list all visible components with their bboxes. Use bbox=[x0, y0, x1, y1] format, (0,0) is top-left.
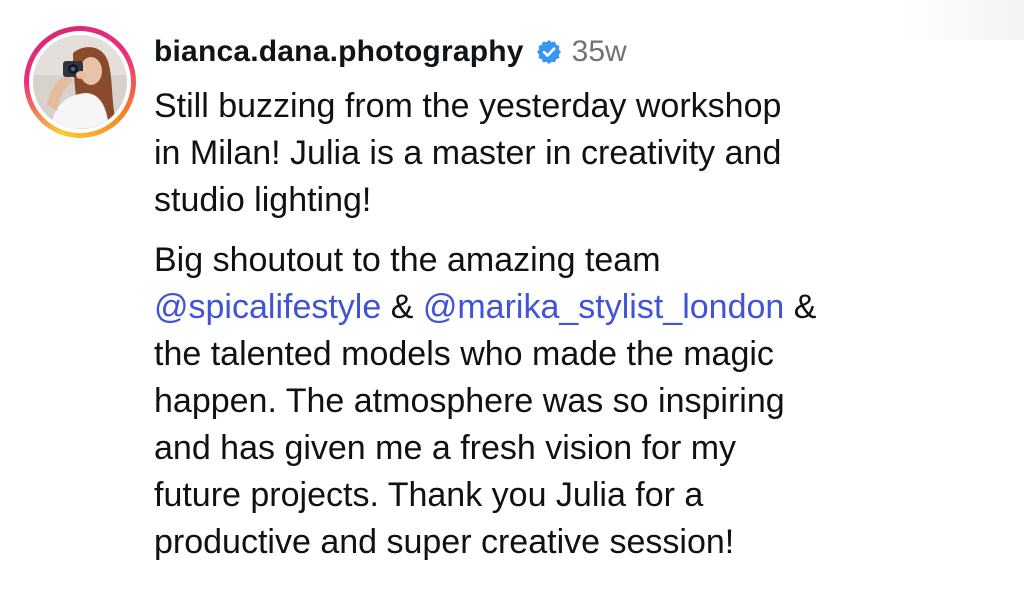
post-header: bianca.dana.photography 35w bbox=[154, 28, 627, 76]
story-ring[interactable] bbox=[24, 26, 136, 138]
caption-line: future projects. Thank you Julia for a bbox=[154, 476, 704, 514]
avatar-gap bbox=[29, 31, 131, 133]
avatar-photo bbox=[33, 35, 127, 129]
caption-line: studio lighting! bbox=[154, 181, 372, 219]
caption-line: happen. The atmosphere was so inspiring bbox=[154, 382, 785, 420]
caption-paragraph-1: Still buzzing from the yesterday worksho… bbox=[154, 83, 1014, 224]
post-timestamp[interactable]: 35w bbox=[572, 35, 627, 69]
caption-line: and has given me a fresh vision for my bbox=[154, 429, 737, 467]
caption-paragraph-2: Big shoutout to the amazing team @spical… bbox=[154, 237, 1014, 566]
ampersand-text: & bbox=[784, 288, 817, 326]
caption-line: productive and super creative session! bbox=[154, 523, 735, 561]
mention-marika-stylist-london[interactable]: @marika_stylist_london bbox=[423, 288, 784, 326]
username-link[interactable]: bianca.dana.photography bbox=[154, 35, 524, 69]
caption-line: Big shoutout to the amazing team bbox=[154, 241, 661, 279]
corner-shade bbox=[904, 0, 1024, 40]
verified-badge-icon bbox=[536, 39, 562, 65]
ampersand-text: & bbox=[381, 288, 423, 326]
caption-mentions-line: @spicalifestyle & @marika_stylist_london… bbox=[154, 284, 1014, 331]
caption-line: the talented models who made the magic bbox=[154, 335, 774, 373]
avatar[interactable] bbox=[33, 35, 127, 129]
caption-line: Still buzzing from the yesterday worksho… bbox=[154, 87, 782, 125]
caption-line: in Milan! Julia is a master in creativit… bbox=[154, 134, 782, 172]
post-caption: bianca.dana.photography 35w Still buzzin… bbox=[0, 0, 1024, 589]
mention-spicalifestyle[interactable]: @spicalifestyle bbox=[154, 288, 381, 326]
